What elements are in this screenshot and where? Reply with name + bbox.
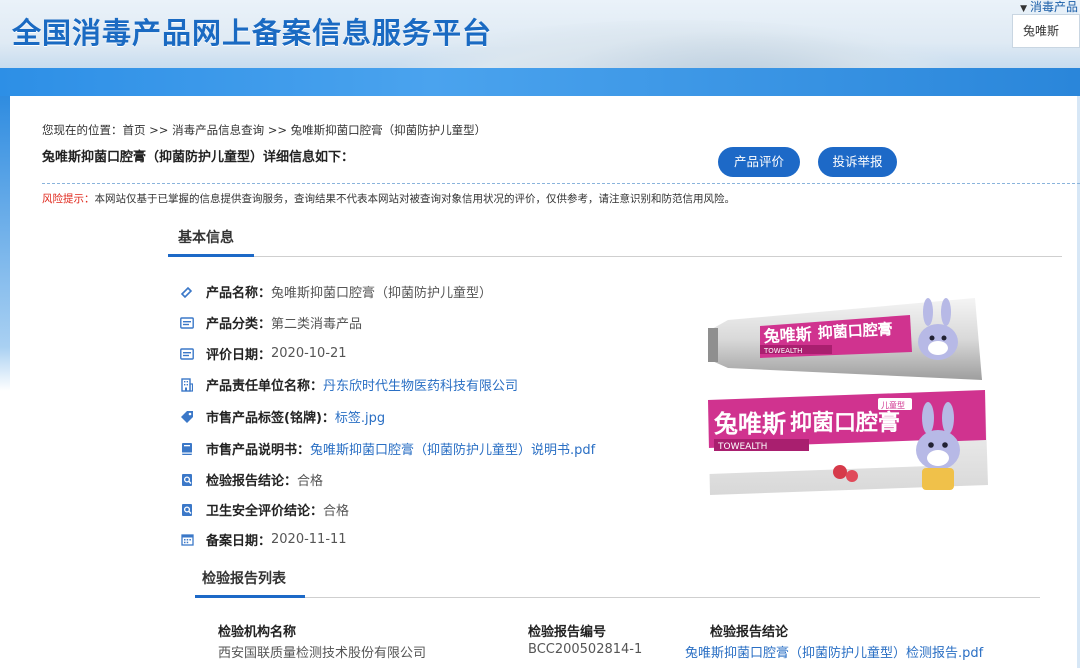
section-active-underline [168, 254, 254, 257]
info-value: 合格 [297, 474, 324, 489]
building-icon [180, 377, 194, 392]
tube-en-text: TOWEALTH [763, 347, 802, 355]
id-card-icon [180, 316, 194, 330]
box-en-text: TOWEALTH [717, 442, 767, 452]
info-value: 2020-10-21 [271, 346, 347, 361]
divider [42, 183, 1080, 184]
info-row-test-conclusion: 检验报告结论： 合格 [180, 470, 323, 489]
info-row-safety-conclusion: 卫生安全评价结论： 合格 [180, 500, 349, 519]
site-title[interactable]: 全国消毒产品网上备案信息服务平台 [12, 10, 492, 52]
info-label: 检验报告结论： [206, 474, 298, 489]
info-label: 市售产品说明书： [206, 443, 311, 458]
section-divider [168, 256, 1062, 257]
info-label: 卫生安全评价结论： [206, 504, 324, 519]
box-product-text: 抑菌口腔膏 [790, 410, 900, 436]
info-value: 合格 [323, 504, 350, 519]
complaint-report-button[interactable]: 投诉举报 [818, 147, 897, 177]
info-label: 产品分类： [206, 317, 272, 332]
basic-info-title: 基本信息 [178, 230, 234, 246]
header-blue-bar [0, 68, 1080, 96]
tube-brand-text: 兔唯斯 [762, 325, 812, 347]
page-title: 兔唯斯抑菌口腔膏（抑菌防护儿童型）详细信息如下： [42, 150, 355, 165]
section-divider [195, 597, 1040, 598]
breadcrumb[interactable]: 您现在的位置：首页 >> 消毒产品信息查询 >> 兔唯斯抑菌口腔膏（抑菌防护儿童… [42, 122, 486, 138]
report-list-title: 检验报告列表 [202, 571, 286, 587]
search-input-value: 兔唯斯 [1023, 24, 1060, 38]
toothpaste-tube: 兔唯斯 抑菌口腔膏 TOWEALTH [708, 298, 982, 380]
toothpaste-box: 兔唯斯 抑菌口腔膏 TOWEALTH 儿童型 [708, 390, 988, 495]
info-label: 备案日期： [206, 534, 272, 549]
caret-down-icon: ▼ [1020, 4, 1027, 14]
info-value: 第二类消毒产品 [271, 317, 363, 332]
company-link[interactable]: 丹东欣时代生物医药科技有限公司 [323, 375, 518, 394]
box-brand-text: 兔唯斯 [714, 410, 786, 438]
table-header-number: 检验报告编号 [528, 625, 607, 640]
manual-file-link[interactable]: 兔唯斯抑菌口腔膏（抑菌防护儿童型）说明书.pdf [310, 439, 595, 458]
risk-notice: 风险提示：本网站仅基于已掌握的信息提供查询服务，查询结果不代表本网站对被查询对象… [42, 191, 735, 206]
info-row-manual: 市售产品说明书： 兔唯斯抑菌口腔膏（抑菌防护儿童型）说明书.pdf [180, 439, 595, 458]
info-value: 2020-11-11 [271, 532, 347, 547]
info-row-company: 产品责任单位名称： 丹东欣时代生物医药科技有限公司 [180, 375, 518, 394]
product-evaluate-button[interactable]: 产品评价 [718, 147, 800, 177]
id-card-icon [180, 347, 194, 361]
table-cell-org: 西安国联质量检测技术股份有限公司 [218, 646, 427, 661]
book-icon [180, 442, 194, 456]
info-row-eval-date: 评价日期： 2020-10-21 [180, 344, 347, 363]
info-label: 评价日期： [206, 348, 272, 363]
box-badge-text: 儿童型 [881, 400, 905, 410]
left-side-strip [0, 96, 10, 391]
search-input[interactable]: 兔唯斯 [1012, 14, 1080, 48]
info-row-record-date: 备案日期： 2020-11-11 [180, 530, 347, 549]
report-file-link[interactable]: 兔唯斯抑菌口腔膏（抑菌防护儿童型）检测报告.pdf [685, 642, 983, 661]
search-category-dropdown[interactable]: ▼ 消毒产品 [1020, 0, 1078, 15]
inspect-icon [180, 473, 194, 487]
section-active-underline [195, 595, 305, 598]
search-area: ▼ 消毒产品 兔唯斯 [1008, 0, 1080, 60]
search-category-label: 消毒产品 [1029, 0, 1078, 14]
info-label: 产品责任单位名称： [206, 379, 324, 394]
info-label: 市售产品标签(铭牌)： [206, 411, 335, 426]
table-header-conclusion: 检验报告结论 [710, 625, 789, 640]
calendar-icon [180, 533, 194, 547]
label-icon [180, 410, 194, 424]
risk-notice-text: 本网站仅基于已掌握的信息提供查询服务，查询结果不代表本网站对被查询对象信用状况的… [94, 193, 736, 205]
label-file-link[interactable]: 标签.jpg [335, 407, 385, 426]
info-row-label-image: 市售产品标签(铭牌)： 标签.jpg [180, 407, 385, 426]
inspect-icon [180, 503, 194, 517]
info-value: 兔唯斯抑菌口腔膏（抑菌防护儿童型） [271, 286, 493, 301]
table-cell-number: BCC200502814-1 [528, 642, 643, 657]
info-row-product-name: 产品名称： 兔唯斯抑菌口腔膏（抑菌防护儿童型） [180, 282, 492, 301]
info-row-category: 产品分类： 第二类消毒产品 [180, 313, 362, 332]
info-label: 产品名称： [206, 286, 272, 301]
risk-notice-label: 风险提示： [42, 193, 95, 205]
table-header-org: 检验机构名称 [218, 625, 297, 640]
product-image[interactable]: 兔唯斯 抑菌口腔膏 TOWEALTH 兔唯斯 抑菌口腔膏 TOWEALTH 儿童… [700, 290, 990, 520]
tag-outline-icon [180, 285, 194, 299]
